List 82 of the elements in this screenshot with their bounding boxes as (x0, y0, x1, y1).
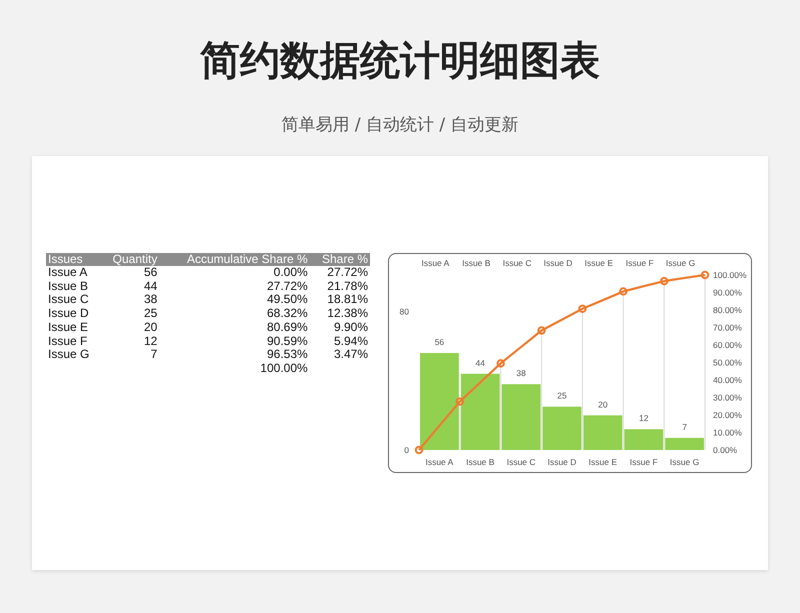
axis-label: 40.00% (713, 375, 742, 385)
axis-label: 80.00% (713, 305, 742, 315)
table-cell-text: 68.32% (266, 307, 309, 321)
point (660, 276, 668, 286)
axis-label: 100.00% (713, 270, 747, 280)
data-label: 44 (476, 358, 486, 368)
table-cell-text: 12 (142, 334, 158, 348)
axis-label: Issue A (425, 457, 454, 467)
axis-label: Issue C (506, 457, 536, 467)
table-cell-text: 25 (142, 307, 158, 321)
column-header: Issues (46, 253, 101, 266)
axis-label: Issue G (670, 457, 700, 467)
table-cell-text: 49.50% (266, 293, 309, 308)
point (700, 270, 710, 280)
table-cell-text: 5.94% (332, 334, 369, 348)
point (496, 359, 505, 368)
axis-label: 50.00% (713, 358, 742, 368)
table-cell-text: Issue B (47, 280, 90, 294)
table-cell-text: 90.59% (266, 334, 309, 348)
bar (624, 429, 664, 450)
column-header: Quantity (100, 253, 160, 266)
point (619, 287, 628, 296)
bar (583, 415, 622, 450)
axis-label: 0.00% (713, 445, 738, 455)
axis-label: Issue C (502, 258, 532, 268)
axis-label: Issue G (666, 258, 696, 268)
axis-label: 30.00% (713, 392, 742, 402)
column-header: Accumulative Share % (159, 253, 310, 266)
table-cell-text: Issue D (47, 307, 90, 321)
axis-label: 90.00% (713, 288, 742, 298)
table-cell-text: 96.53% (266, 348, 309, 362)
table-cell: Issue A (46, 266, 101, 280)
table-cell-text: 80.69% (266, 320, 309, 335)
point (456, 397, 464, 406)
table-cell-text: 44 (142, 280, 158, 294)
axis-label: Issue E (584, 258, 614, 268)
data-label: 25 (557, 390, 567, 401)
table-cell: 56 (100, 266, 160, 280)
bar (502, 384, 541, 450)
bar (665, 438, 704, 450)
table-cell-text: 12.38% (326, 307, 369, 321)
data-label: 56 (434, 336, 444, 347)
axis-label: 10.00% (713, 428, 742, 438)
table-cell-text: 18.81% (326, 293, 369, 308)
page-subtitle: 简单易用 / 自动统计 / 自动更新 (281, 114, 519, 136)
axis-label: Issue E (588, 457, 618, 467)
page-title: 简约数据统计明细图表 (200, 37, 600, 86)
data-label: 7 (682, 422, 687, 432)
axis-label: Issue B (462, 258, 490, 268)
point (537, 326, 546, 335)
table-cell-text: 3.47% (332, 348, 369, 362)
axis-label: 0 (404, 445, 409, 455)
axis-label: Issue D (544, 258, 572, 268)
axis-label: Issue D (548, 457, 576, 467)
table-cell-text: 27.72% (266, 280, 309, 294)
table-cell-text: 21.78% (326, 280, 369, 294)
data-label: 38 (516, 368, 526, 378)
table-cell-text: 7 (150, 348, 158, 362)
table-cell: 0.00% (159, 266, 310, 280)
point (578, 304, 587, 313)
axis-label: Issue F (630, 457, 658, 467)
bar (542, 406, 582, 450)
table-cell-text: 20 (142, 320, 158, 335)
table-cell-text: Issue C (47, 293, 90, 308)
table-cell-text: Issue E (47, 320, 90, 335)
axis-label: Issue B (466, 457, 494, 467)
axis-label: 70.00% (713, 322, 742, 332)
axis-label: 60.00% (713, 340, 742, 350)
data-label: 20 (598, 399, 608, 410)
axis-label: Issue A (421, 258, 450, 268)
table-cell-text: 38 (142, 293, 158, 308)
column-header: Share % (310, 253, 370, 266)
table-cell-text: Issue G (47, 348, 90, 362)
point (414, 446, 424, 454)
axis-label: Issue F (626, 258, 654, 268)
data-label: 12 (638, 413, 648, 424)
table-cell-text: 100.00% (259, 362, 309, 376)
table-cell-text: Issue F (47, 334, 88, 348)
axis-label: 80 (400, 306, 409, 316)
table-cell-text: 9.90% (332, 320, 369, 335)
table-cell: 27.72% (310, 266, 370, 280)
axis-label: 20.00% (713, 410, 742, 420)
